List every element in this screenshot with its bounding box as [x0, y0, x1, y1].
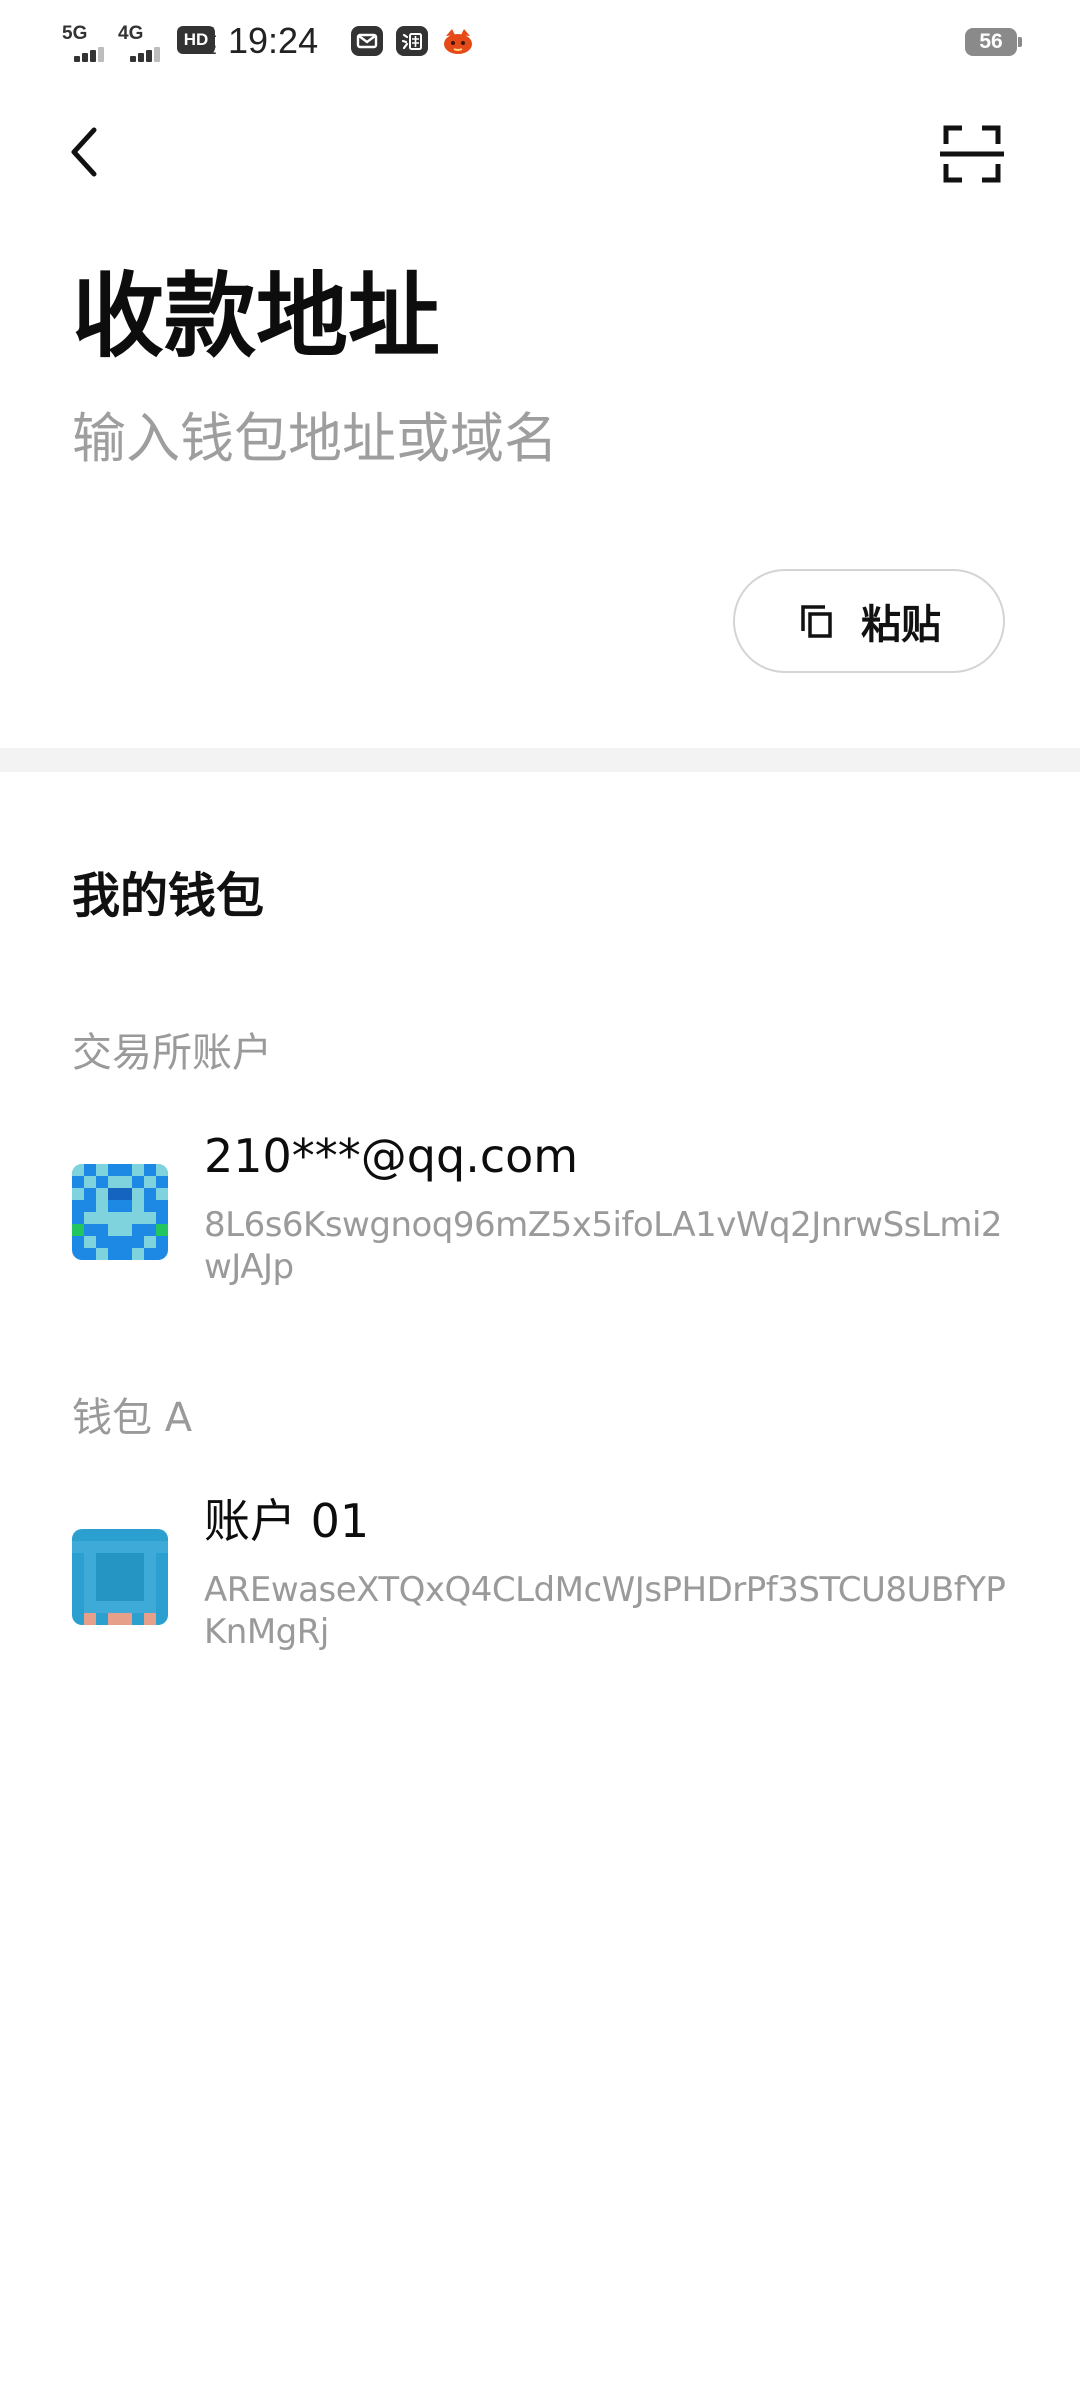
chevron-left-icon	[71, 127, 97, 177]
fox-app-icon	[441, 26, 475, 56]
address-input[interactable]	[72, 400, 1002, 476]
paste-label: 粘贴	[861, 602, 941, 648]
account-row[interactable]: 210***@qq.com 8L6s6Kswgnoq96mZ5x5ifoLA1v…	[0, 1120, 1080, 1320]
my-wallets-heading: 我的钱包	[72, 868, 265, 924]
back-button[interactable]	[56, 116, 112, 188]
status-bar: 5G 4G HD 1 2 19:24 56	[0, 0, 1080, 84]
signal-bars-icon	[62, 46, 110, 62]
account-row[interactable]: 账户 01 AREwaseXTQxQ4CLdMcWJsPHDrPf3STCU8U…	[0, 1485, 1080, 1685]
paste-button[interactable]: 粘贴	[733, 569, 1005, 673]
clock: 19:24	[228, 20, 319, 61]
account-name: 210***@qq.com	[204, 1129, 579, 1183]
group-label-exchange: 交易所账户	[72, 1030, 272, 1076]
section-divider	[0, 748, 1080, 772]
network-type-label: 4G	[118, 23, 144, 44]
account-avatar	[72, 1164, 168, 1260]
group-label-wallet-a: 钱包 A	[72, 1395, 193, 1441]
signal-bars-icon	[118, 46, 166, 62]
copy-icon	[801, 605, 832, 638]
taobao-icon	[396, 26, 428, 56]
account-address: AREwaseXTQxQ4CLdMcWJsPHDrPf3STCU8UBfYPKn…	[204, 1570, 1006, 1652]
hd-sim-label: 1 2	[208, 24, 217, 58]
scan-qr-button[interactable]	[932, 114, 1012, 194]
mail-icon	[351, 26, 383, 56]
account-name: 账户 01	[204, 1494, 370, 1548]
page-title: 收款地址	[72, 263, 441, 370]
account-avatar	[72, 1529, 168, 1625]
scan-icon	[940, 125, 1004, 183]
account-address: 8L6s6Kswgnoq96mZ5x5ifoLA1vWq2JnrwSsLmi2w…	[204, 1205, 1003, 1287]
battery-icon: 56	[965, 28, 1022, 56]
network-type-label: 5G	[62, 23, 88, 44]
